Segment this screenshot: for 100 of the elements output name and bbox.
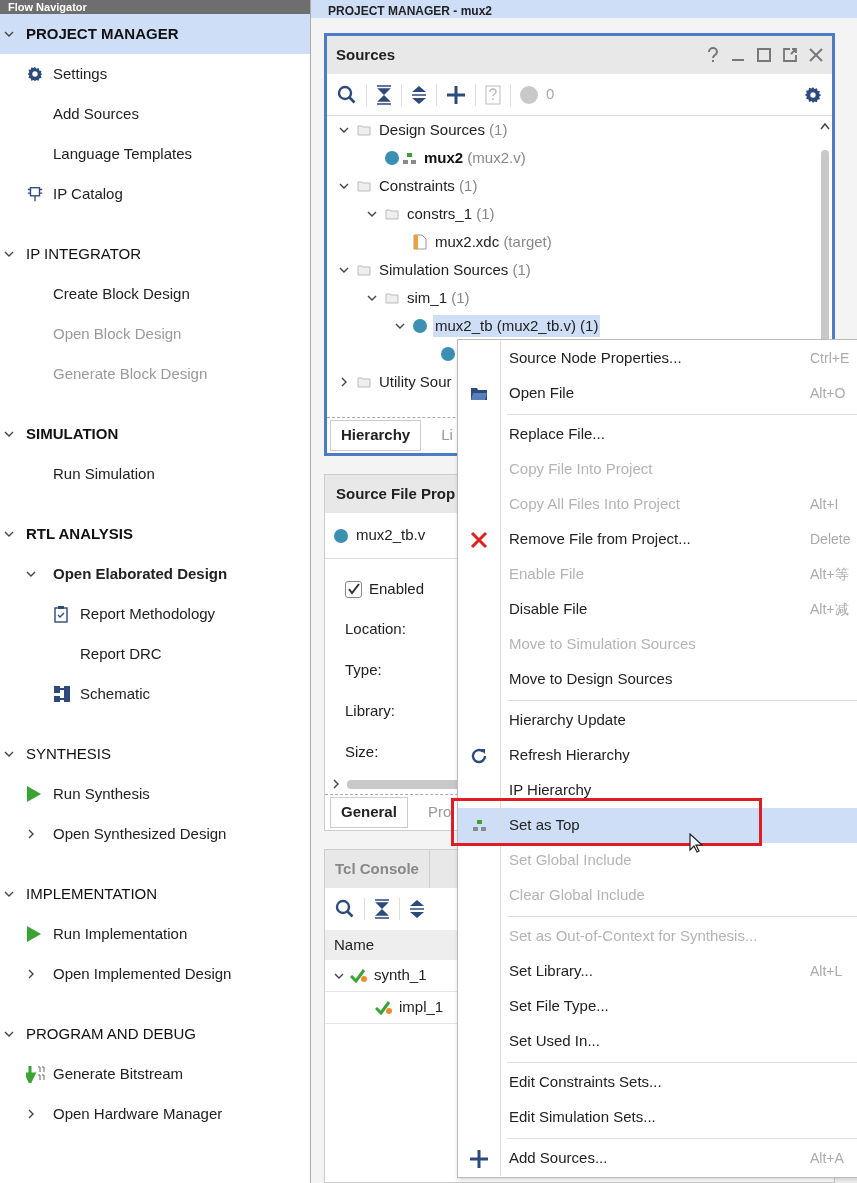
- expand-all-icon[interactable]: [411, 84, 427, 105]
- nav-section-header[interactable]: RTL ANALYSIS: [0, 514, 310, 554]
- nav-item[interactable]: Open Hardware Manager: [53, 1102, 223, 1126]
- tree-item[interactable]: Constraints (1): [377, 174, 480, 198]
- nav-item[interactable]: Run Implementation: [53, 922, 188, 946]
- menu-item[interactable]: Open File Alt+O: [458, 376, 857, 411]
- expand-all-icon[interactable]: [409, 899, 425, 919]
- tree-item[interactable]: constrs_1 (1): [405, 202, 497, 226]
- collapse-all-icon[interactable]: [376, 84, 392, 105]
- file-icon: [413, 234, 427, 250]
- menu-item[interactable]: Replace File...: [458, 417, 857, 452]
- nav-item[interactable]: Open Synthesized Design: [53, 822, 227, 846]
- panel-title: Source File Prop: [336, 483, 456, 504]
- run-name[interactable]: impl_1: [399, 996, 444, 1019]
- column-header[interactable]: Name: [334, 933, 374, 957]
- nav-item[interactable]: Schematic: [80, 682, 151, 706]
- nav-section-header[interactable]: IP INTEGRATOR: [0, 234, 310, 274]
- scroll-up-icon[interactable]: [820, 122, 830, 130]
- nav-item[interactable]: Open Elaborated Design: [53, 562, 228, 586]
- nav-section-header[interactable]: PROJECT MANAGER: [0, 14, 310, 54]
- nav-section-title: PROJECT MANAGER: [26, 23, 179, 44]
- tree-item[interactable]: mux2.xdc (target): [433, 230, 554, 254]
- nav-item[interactable]: Settings: [53, 62, 108, 86]
- plus-icon[interactable]: [446, 84, 466, 105]
- cursor-icon: [689, 833, 703, 853]
- menu-item[interactable]: Set as Top: [458, 808, 857, 843]
- nav-section-header[interactable]: SIMULATION: [0, 414, 310, 454]
- folder-icon: [357, 264, 371, 276]
- nav-section-header[interactable]: IMPLEMENTATION: [0, 874, 310, 914]
- help-icon[interactable]: [707, 47, 719, 63]
- menu-item[interactable]: Source Node Properties... Ctrl+E: [458, 341, 857, 376]
- nav-section-title: PROGRAM AND DEBUG: [26, 1023, 197, 1044]
- nav-item[interactable]: Create Block Design: [53, 282, 190, 306]
- nav-item[interactable]: Open Implemented Design: [53, 962, 232, 986]
- search-icon[interactable]: [335, 899, 355, 919]
- collapse-icon[interactable]: [4, 429, 14, 439]
- nav-section-title: IMPLEMENTATION: [26, 883, 158, 904]
- maximize-icon[interactable]: [757, 48, 771, 62]
- tree-item[interactable]: mux2_tb (mux2_tb.v) (1): [433, 314, 601, 338]
- warning-icon: [520, 85, 538, 104]
- panel-title: Flow Navigator: [8, 1, 87, 14]
- nav-item[interactable]: Run Synthesis: [53, 782, 150, 806]
- collapse-icon[interactable]: [339, 181, 349, 191]
- menu-item[interactable]: Edit Constraints Sets...: [458, 1065, 857, 1100]
- menu-item[interactable]: Edit Simulation Sets...: [458, 1100, 857, 1135]
- menu-item[interactable]: Refresh Hierarchy: [458, 738, 857, 773]
- menu-item[interactable]: Move to Design Sources: [458, 662, 857, 697]
- menu-item[interactable]: Remove File from Project... Delete: [458, 522, 857, 557]
- menu-item[interactable]: Hierarchy Update: [458, 703, 857, 738]
- collapse-icon[interactable]: [4, 29, 14, 39]
- expand-icon[interactable]: [26, 1109, 36, 1119]
- menu-item[interactable]: Set Used In...: [458, 1024, 857, 1059]
- collapse-icon[interactable]: [4, 889, 14, 899]
- field-label: Library:: [345, 701, 396, 722]
- settings-icon[interactable]: [804, 85, 822, 104]
- nav-item[interactable]: Report Methodology: [80, 602, 216, 626]
- nav-item[interactable]: Language Templates: [53, 142, 192, 166]
- checkbox[interactable]: [345, 580, 362, 598]
- expand-icon[interactable]: [339, 377, 349, 387]
- scroll-left-icon[interactable]: [331, 779, 341, 789]
- menu-item[interactable]: Set Library... Alt+L: [458, 954, 857, 989]
- folder-icon: [470, 386, 488, 401]
- run-name[interactable]: synth_1: [374, 964, 427, 987]
- collapse-icon[interactable]: [339, 125, 349, 135]
- tree-item[interactable]: Utility Sour: [377, 370, 454, 394]
- nav-item[interactable]: Add Sources: [53, 102, 139, 126]
- tree-item[interactable]: Simulation Sources (1): [377, 258, 533, 282]
- collapse-icon[interactable]: [339, 265, 349, 275]
- nav-item[interactable]: Run Simulation: [53, 462, 155, 486]
- nav-item[interactable]: Report DRC: [80, 642, 162, 666]
- field-label: Type:: [345, 660, 382, 681]
- collapse-icon[interactable]: [367, 209, 377, 219]
- nav-section-header[interactable]: SYNTHESIS: [0, 734, 310, 774]
- menu-item[interactable]: Disable File Alt+减: [458, 592, 857, 627]
- expand-icon[interactable]: [26, 829, 36, 839]
- collapse-icon[interactable]: [367, 293, 377, 303]
- collapse-icon[interactable]: [4, 249, 14, 259]
- menu-item[interactable]: Set File Type...: [458, 989, 857, 1024]
- tree-item[interactable]: mux2 (mux2.v): [422, 146, 528, 170]
- gear-icon: [26, 65, 44, 83]
- menu-item[interactable]: Add Sources... Alt+A: [458, 1141, 857, 1176]
- collapse-icon[interactable]: [4, 1029, 14, 1039]
- nav-section-header[interactable]: PROGRAM AND DEBUG: [0, 1014, 310, 1054]
- collapse-icon[interactable]: [395, 321, 405, 331]
- collapse-icon[interactable]: [26, 569, 36, 579]
- close-icon[interactable]: [809, 48, 823, 62]
- collapse-all-icon[interactable]: [374, 899, 390, 919]
- panel-tab[interactable]: Hierarchy: [330, 420, 422, 451]
- tree-item[interactable]: Design Sources (1): [377, 118, 510, 142]
- float-icon[interactable]: [783, 48, 797, 62]
- expand-icon[interactable]: [26, 969, 36, 979]
- search-icon[interactable]: [337, 84, 357, 105]
- warning-count: 0: [546, 84, 555, 105]
- play-icon: [26, 925, 42, 943]
- collapse-icon[interactable]: [4, 749, 14, 759]
- collapse-icon[interactable]: [4, 529, 14, 539]
- tree-item[interactable]: sim_1 (1): [405, 286, 472, 310]
- nav-item[interactable]: Generate Bitstream: [53, 1062, 184, 1086]
- panel-tab[interactable]: General: [330, 797, 408, 828]
- nav-item[interactable]: IP Catalog: [53, 182, 123, 206]
